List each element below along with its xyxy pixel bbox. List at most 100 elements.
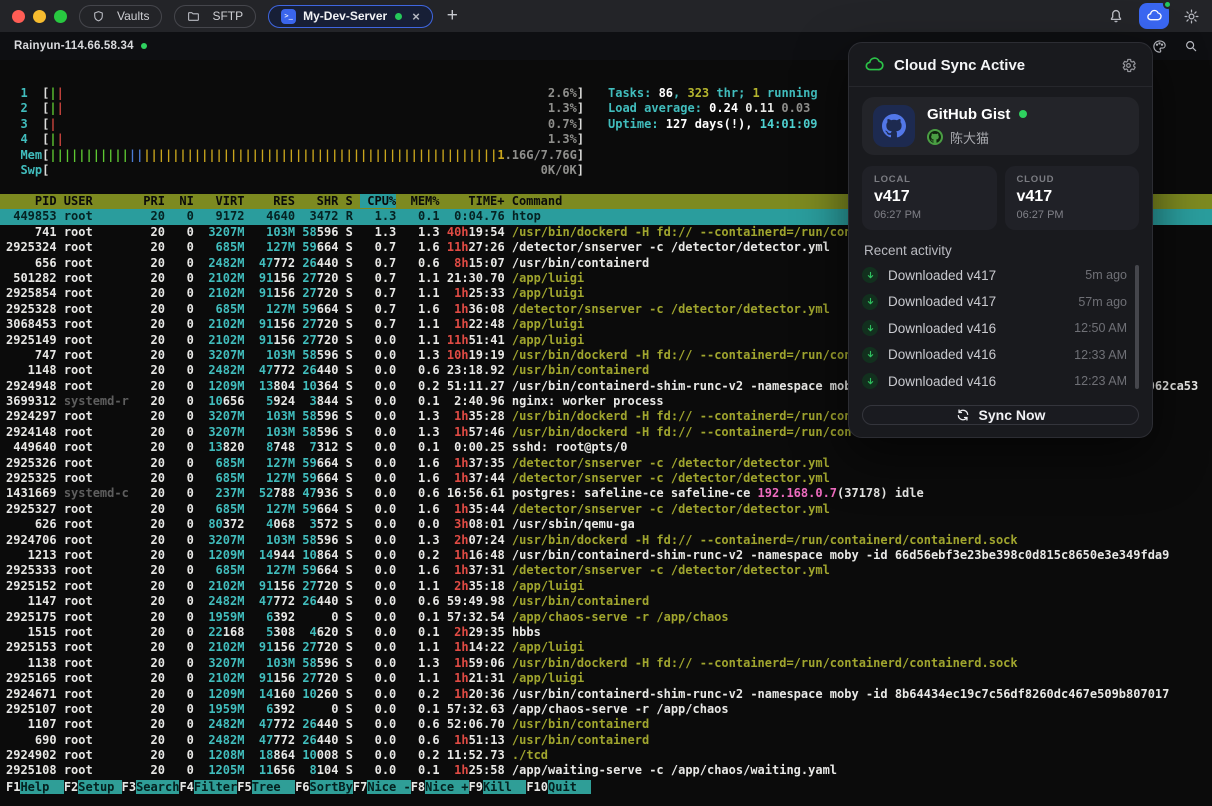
sort-column-cpu: CPU%	[360, 194, 396, 208]
cloud-label: CLOUD	[1017, 174, 1128, 185]
activity-time: 12:50 AM	[1074, 321, 1127, 335]
search-icon[interactable]	[1184, 39, 1198, 53]
activity-label: Downloaded v416	[888, 321, 1074, 336]
fkey-f10[interactable]: F10Quit	[526, 780, 591, 794]
cloud-time: 06:27 PM	[1017, 209, 1128, 221]
process-row[interactable]: 2925333 root 20 0 685M 127M 59664 S 0.0 …	[0, 563, 1212, 578]
host-label: Rainyun-114.66.58.34	[14, 40, 134, 52]
tab-my-dev-server[interactable]: >_My-Dev-Server×	[268, 5, 433, 28]
process-row[interactable]: 1138 root 20 0 3207M 103M 58596 S 0.0 1.…	[0, 656, 1212, 671]
process-row[interactable]: 1431669 systemd-c 20 0 237M 52788 47936 …	[0, 486, 1212, 501]
summary-line: Load average: 0.24 0.11 0.03	[608, 101, 818, 116]
github-icon	[873, 105, 915, 147]
avatar	[927, 129, 943, 145]
local-version-card: LOCAL v417 06:27 PM	[862, 166, 997, 230]
fkey-f7[interactable]: F7Nice -	[353, 780, 411, 794]
process-row[interactable]: 2925152 root 20 0 2102M 91156 27720 S 0.…	[0, 579, 1212, 594]
cpu-meter: 1 [|| 2.6%]	[6, 86, 584, 101]
activity-item: Downloaded v41612:23 AM	[862, 368, 1139, 395]
activity-scrollbar[interactable]	[1135, 265, 1139, 389]
fkey-f3[interactable]: F3Search	[122, 780, 180, 794]
process-row[interactable]: 2924706 root 20 0 3207M 103M 58596 S 0.0…	[0, 533, 1212, 548]
swap-meter: Swp[ 0K/0K]	[6, 163, 584, 178]
activity-list: Downloaded v4175m agoDownloaded v41757m …	[862, 262, 1139, 395]
process-row[interactable]: 1107 root 20 0 2482M 47772 26440 S 0.0 0…	[0, 717, 1212, 732]
fkey-f8[interactable]: F8Nice +	[411, 780, 469, 794]
fkey-f1[interactable]: F1Help	[6, 780, 64, 794]
activity-label: Downloaded v417	[888, 268, 1085, 283]
download-arrow-icon	[862, 294, 878, 310]
tab-label: My-Dev-Server	[303, 9, 387, 23]
activity-time: 5m ago	[1085, 268, 1127, 282]
cpu-meter: 2 [|| 1.3%]	[6, 101, 584, 116]
zoom-window-button[interactable]	[54, 10, 67, 23]
htop-meters: 1 [|| 2.6%] 2 [|| 1.3%] 3 [|	[6, 86, 584, 178]
tab-label: SFTP	[212, 9, 243, 23]
brightness-icon[interactable]	[1183, 8, 1200, 25]
fkey-f4[interactable]: F4Filter	[179, 780, 237, 794]
cloud-version: v417	[1017, 188, 1128, 206]
local-version: v417	[874, 188, 985, 206]
provider-owner: 陈大猫	[950, 128, 989, 147]
download-arrow-icon	[862, 373, 878, 389]
download-arrow-icon	[862, 320, 878, 336]
process-row[interactable]: 690 root 20 0 2482M 47772 26440 S 0.0 0.…	[0, 733, 1212, 748]
cpu-meter: 4 [|| 1.3%]	[6, 132, 584, 147]
fkey-f6[interactable]: F6SortBy	[295, 780, 353, 794]
traffic-lights	[12, 10, 67, 23]
process-row[interactable]: 2925326 root 20 0 685M 127M 59664 S 0.0 …	[0, 456, 1212, 471]
panel-title: Cloud Sync Active	[894, 57, 1120, 74]
process-row[interactable]: 2925153 root 20 0 2102M 91156 27720 S 0.…	[0, 640, 1212, 655]
htop-function-key-bar: F1Help F2Setup F3SearchF4FilterF5Tree F6…	[0, 780, 1212, 795]
process-row[interactable]: 2925107 root 20 0 1959M 6392 0 S 0.0 0.1…	[0, 702, 1212, 717]
new-tab-button[interactable]: +	[447, 5, 458, 27]
process-row[interactable]: 2924902 root 20 0 1208M 18864 10008 S 0.…	[0, 748, 1212, 763]
cloud-status-dot	[1163, 0, 1172, 9]
folder-icon	[187, 10, 206, 23]
provider-status-dot	[1019, 110, 1027, 118]
cloud-sync-button[interactable]	[1139, 3, 1169, 29]
activity-time: 12:23 AM	[1074, 374, 1127, 388]
process-row[interactable]: 1515 root 20 0 22168 5308 4620 S 0.0 0.1…	[0, 625, 1212, 640]
fkey-f5[interactable]: F5Tree	[237, 780, 295, 794]
close-window-button[interactable]	[12, 10, 25, 23]
palette-icon[interactable]	[1152, 39, 1167, 54]
minimize-window-button[interactable]	[33, 10, 46, 23]
fkey-f2[interactable]: F2Setup	[64, 780, 122, 794]
activity-label: Downloaded v416	[888, 374, 1074, 389]
fkey-f9[interactable]: F9Kill	[469, 780, 527, 794]
process-row[interactable]: 2925108 root 20 0 1205M 11656 8104 S 0.0…	[0, 763, 1212, 778]
bell-icon[interactable]	[1107, 7, 1125, 25]
activity-label: Downloaded v417	[888, 294, 1078, 309]
connection-status-dot	[141, 43, 147, 49]
process-row[interactable]: 1147 root 20 0 2482M 47772 26440 S 0.0 0…	[0, 594, 1212, 609]
process-row[interactable]: 2925175 root 20 0 1959M 6392 0 S 0.0 0.1…	[0, 610, 1212, 625]
gear-icon[interactable]	[1120, 57, 1137, 74]
activity-item: Downloaded v41612:50 AM	[862, 315, 1139, 342]
tab-status-dot	[395, 13, 402, 20]
process-row[interactable]: 626 root 20 0 80372 4068 3572 S 0.0 0.0 …	[0, 517, 1212, 532]
activity-label: Downloaded v416	[888, 347, 1074, 362]
sync-now-button[interactable]: Sync Now	[862, 405, 1139, 426]
cloud-version-card: CLOUD v417 06:27 PM	[1005, 166, 1140, 230]
download-arrow-icon	[862, 347, 878, 363]
tab-label: Vaults	[117, 9, 149, 23]
close-tab-icon[interactable]: ×	[412, 10, 420, 23]
recent-activity-title: Recent activity	[864, 243, 1137, 258]
process-row[interactable]: 449640 root 20 0 13820 8748 7312 S 0.0 0…	[0, 440, 1212, 455]
cpu-meter: 3 [| 0.7%]	[6, 117, 584, 132]
activity-item: Downloaded v4175m ago	[862, 262, 1139, 289]
process-row[interactable]: 1213 root 20 0 1209M 14944 10864 S 0.0 0…	[0, 548, 1212, 563]
tab-sftp[interactable]: SFTP	[174, 5, 256, 28]
summary-line: Uptime: 127 days(!), 14:01:09	[608, 117, 818, 132]
tab-vaults[interactable]: Vaults	[79, 5, 162, 28]
local-label: LOCAL	[874, 174, 985, 185]
process-row[interactable]: 2925165 root 20 0 2102M 91156 27720 S 0.…	[0, 671, 1212, 686]
process-row[interactable]: 2925327 root 20 0 685M 127M 59664 S 0.0 …	[0, 502, 1212, 517]
htop-summary: Tasks: 86, 323 thr; 1 runningLoad averag…	[608, 86, 818, 132]
cloud-green-icon	[864, 55, 884, 75]
refresh-icon	[956, 408, 970, 422]
process-row[interactable]: 2924671 root 20 0 1209M 14160 10260 S 0.…	[0, 687, 1212, 702]
activity-item: Downloaded v41612:33 AM	[862, 342, 1139, 369]
process-row[interactable]: 2925325 root 20 0 685M 127M 59664 S 0.0 …	[0, 471, 1212, 486]
